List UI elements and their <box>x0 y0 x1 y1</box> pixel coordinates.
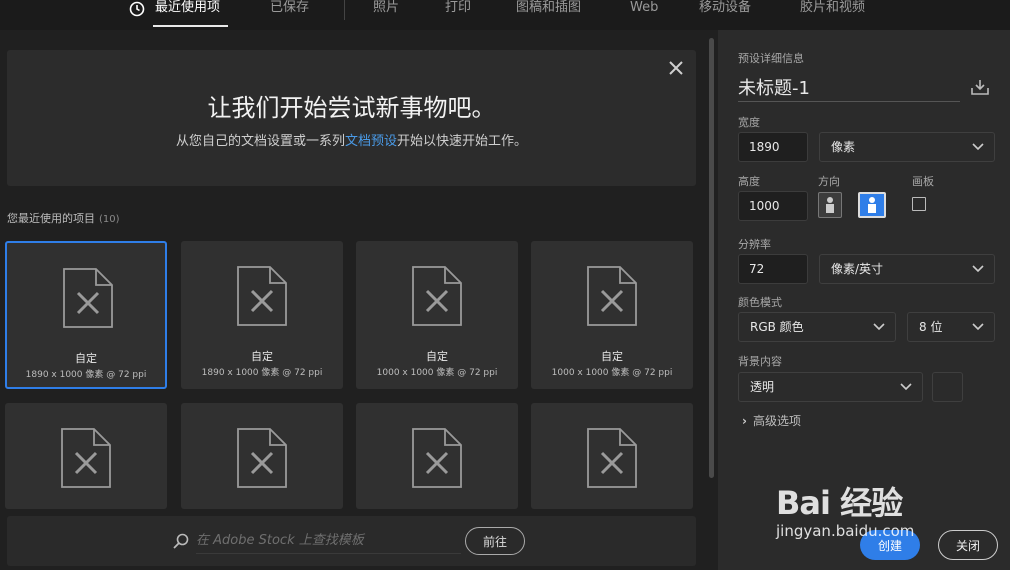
clock-icon <box>129 1 145 17</box>
color-mode-label: 颜色模式 <box>738 296 782 309</box>
color-mode-value: RGB 颜色 <box>750 320 804 334</box>
go-button[interactable]: 前往 <box>465 527 525 555</box>
baidu-watermark: Bai 经验 jingyan.baidu.com <box>776 466 976 546</box>
advanced-options-label: 高级选项 <box>752 414 801 428</box>
welcome-subtitle-text: 从您自己的文档设置或一系列 <box>175 134 345 149</box>
document-icon <box>63 268 113 328</box>
chevron-down-icon <box>972 323 984 331</box>
color-mode-select[interactable]: RGB 颜色 <box>738 312 896 342</box>
document-icon <box>412 266 462 326</box>
tab-art-illustration[interactable]: 图稿和插图 <box>516 0 581 30</box>
recent-items-count: (10) <box>99 214 120 225</box>
recent-item-card[interactable]: 自定 1000 x 1000 像素 @ 72 ppi <box>531 241 693 389</box>
recent-item-card[interactable] <box>356 403 518 509</box>
orientation-label: 方向 <box>818 175 840 188</box>
search-icon <box>173 533 189 549</box>
width-unit-select[interactable]: 像素 <box>819 132 995 162</box>
bit-depth-select[interactable]: 8 位 <box>907 312 995 342</box>
portrait-icon[interactable] <box>818 192 842 218</box>
watermark-url: jingyan.baidu.com <box>776 522 915 540</box>
recent-item-card[interactable] <box>5 403 167 509</box>
recent-item-name: 自定 <box>75 352 97 365</box>
recent-item-card[interactable] <box>181 403 343 509</box>
width-unit-value: 像素 <box>831 140 856 154</box>
tab-web[interactable]: Web <box>630 0 658 30</box>
document-name-field[interactable]: 未标题-1 <box>738 74 960 102</box>
tab-divider <box>344 0 345 20</box>
background-select[interactable]: 透明 <box>738 372 923 402</box>
close-icon[interactable] <box>667 59 685 77</box>
recent-items-label: 您最近使用的项目 <box>7 212 95 225</box>
recent-item-meta: 1890 x 1000 像素 @ 72 ppi <box>201 368 323 378</box>
tab-film-video[interactable]: 胶片和视频 <box>800 0 865 30</box>
recent-item-name: 自定 <box>426 350 448 363</box>
chevron-down-icon <box>972 143 984 151</box>
recent-item-meta: 1000 x 1000 像素 @ 72 ppi <box>551 368 673 378</box>
stock-search-bar: 前往 <box>7 516 696 566</box>
save-preset-icon[interactable] <box>970 78 990 96</box>
welcome-banner: 让我们开始尝试新事物吧。 从您自己的文档设置或一系列文档预设开始以快速开始工作。 <box>7 50 696 186</box>
chevron-right-icon: › <box>742 414 747 428</box>
recent-item-card[interactable]: 自定 1890 x 1000 像素 @ 72 ppi <box>5 241 167 389</box>
welcome-subtitle: 从您自己的文档设置或一系列文档预设开始以快速开始工作。 <box>7 130 696 149</box>
stock-search-input[interactable] <box>196 528 461 554</box>
background-value: 透明 <box>750 380 775 394</box>
document-icon <box>61 428 111 488</box>
bit-depth-value: 8 位 <box>919 320 943 334</box>
recent-item-name: 自定 <box>251 350 273 363</box>
document-icon <box>237 428 287 488</box>
height-input[interactable]: 1000 <box>738 191 808 221</box>
chevron-down-icon <box>972 265 984 273</box>
recent-item-meta: 1890 x 1000 像素 @ 72 ppi <box>25 370 147 380</box>
recent-item-card[interactable]: 自定 1000 x 1000 像素 @ 72 ppi <box>356 241 518 389</box>
tab-photo[interactable]: 照片 <box>373 0 399 30</box>
document-presets-link[interactable]: 文档预设 <box>345 134 397 149</box>
width-input[interactable]: 1890 <box>738 132 808 162</box>
recent-item-name: 自定 <box>601 350 623 363</box>
document-icon <box>587 428 637 488</box>
document-icon <box>412 428 462 488</box>
background-color-swatch[interactable] <box>932 372 963 402</box>
recent-item-card[interactable]: 自定 1890 x 1000 像素 @ 72 ppi <box>181 241 343 389</box>
resolution-unit-value: 像素/英寸 <box>831 262 884 276</box>
tab-mobile[interactable]: 移动设备 <box>699 0 751 30</box>
chevron-down-icon <box>873 323 885 331</box>
active-tab-indicator <box>153 25 228 27</box>
background-label: 背景内容 <box>738 355 782 368</box>
tab-saved[interactable]: 已保存 <box>270 0 309 30</box>
preset-tabs: 最近使用项 已保存 照片 打印 图稿和插图 Web 移动设备 胶片和视频 <box>0 0 1010 30</box>
artboard-checkbox[interactable] <box>912 197 926 211</box>
recent-items-heading: 您最近使用的项目 (10) <box>7 210 120 226</box>
resolution-label: 分辨率 <box>738 238 771 251</box>
document-icon <box>587 266 637 326</box>
resolution-input[interactable]: 72 <box>738 254 808 284</box>
watermark-brand: Bai 经验 <box>776 484 903 522</box>
height-label: 高度 <box>738 175 760 188</box>
width-label: 宽度 <box>738 116 760 129</box>
new-document-dialog: 最近使用项 已保存 照片 打印 图稿和插图 Web 移动设备 胶片和视频 让我们… <box>0 0 1010 570</box>
landscape-icon[interactable] <box>858 192 886 218</box>
document-icon <box>237 266 287 326</box>
artboard-label: 画板 <box>912 175 934 188</box>
scrollbar[interactable] <box>709 38 714 478</box>
welcome-subtitle-text-end: 开始以快速开始工作。 <box>397 134 528 149</box>
preset-details-heading: 预设详细信息 <box>738 52 804 65</box>
advanced-options-toggle[interactable]: › 高级选项 <box>742 412 801 429</box>
tab-print[interactable]: 打印 <box>445 0 471 30</box>
welcome-title: 让我们开始尝试新事物吧。 <box>207 94 496 122</box>
resolution-unit-select[interactable]: 像素/英寸 <box>819 254 995 284</box>
recent-item-card[interactable] <box>531 403 693 509</box>
recent-item-meta: 1000 x 1000 像素 @ 72 ppi <box>376 368 498 378</box>
chevron-down-icon <box>900 383 912 391</box>
